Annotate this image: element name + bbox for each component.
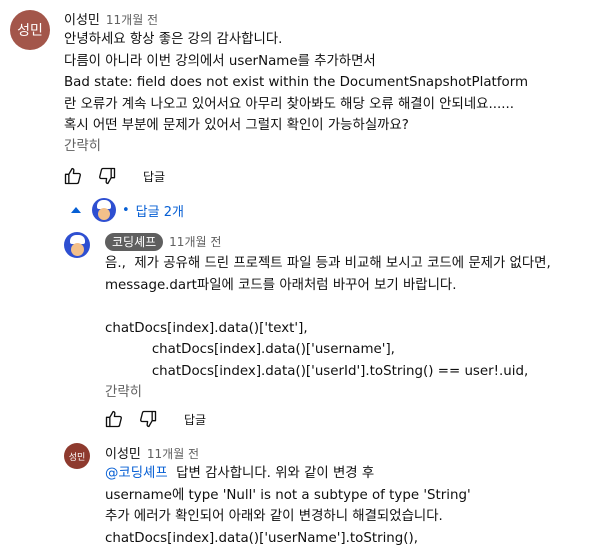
- show-less-button[interactable]: 간략히: [64, 134, 101, 154]
- caret-up-icon: [71, 207, 81, 213]
- reply-line: username에 type 'Null' is not a subtype o…: [105, 487, 471, 503]
- dislike-icon[interactable]: [95, 164, 119, 188]
- reply-header: 이성민 11개월 전: [105, 443, 199, 462]
- like-icon[interactable]: [102, 407, 126, 431]
- reply-line: chatDocs[index].data()['username'],: [105, 342, 395, 357]
- reply-button[interactable]: 답글: [184, 411, 206, 428]
- reply-button[interactable]: 답글: [143, 168, 165, 185]
- reply-body: 음., 제가 공유해 드린 프로젝트 파일 등과 비교해 보시고 코드에 문제가…: [105, 253, 551, 382]
- avatar-initials: 성민: [17, 23, 43, 39]
- reply-line: 음., 제가 공유해 드린 프로젝트 파일 등과 비교해 보시고 코드에 문제가…: [105, 256, 551, 271]
- replies-count-label: 답글 2개: [135, 204, 184, 220]
- replies-bullet: •: [122, 202, 130, 218]
- reply-line: message.dart파일에 코드를 아래처럼 바꾸어 보기 바랍니다.: [105, 277, 457, 293]
- replies-toggle[interactable]: • 답글 2개: [70, 198, 184, 222]
- reply-line: chatDocs[index].data()['userId'].toStrin…: [105, 363, 529, 379]
- comment-line: 다름이 아니라 이번 강의에서 userName를 추가하면서: [64, 53, 376, 69]
- avatar-initials: 성민: [68, 452, 86, 463]
- like-icon[interactable]: [61, 164, 85, 188]
- reply-header: 코딩셰프 11개월 전: [105, 233, 221, 251]
- mention-link[interactable]: @코딩셰프: [105, 466, 168, 481]
- comment-body: 안녕하세요 항상 좋은 강의 감사합니다. 다름이 아니라 이번 강의에서 us…: [64, 29, 528, 137]
- commenter-avatar[interactable]: 성민: [10, 10, 50, 50]
- dislike-icon[interactable]: [136, 407, 160, 431]
- reply-author[interactable]: 이성민: [105, 443, 141, 462]
- reply-line: 추가 에러가 확인되어 아래와 같이 변경하니 해결되었습니다.: [105, 509, 443, 524]
- reply-line: chatDocs[index].data()['text'],: [105, 320, 308, 336]
- comment-header: 이성민 11개월 전: [64, 9, 158, 28]
- comment-line: Bad state: field does not exist within t…: [64, 75, 529, 90]
- reply-author-chip[interactable]: 코딩셰프: [105, 233, 164, 251]
- comment-time[interactable]: 11개월 전: [106, 11, 158, 28]
- reply-author-avatar[interactable]: [64, 232, 90, 258]
- reply-line: [105, 296, 551, 318]
- reply-line: chatDocs[index].data()['userName'].toStr…: [105, 530, 418, 546]
- reply-author-avatar[interactable]: 성민: [64, 443, 90, 469]
- reply-time[interactable]: 11개월 전: [147, 445, 199, 462]
- reply-actions: 답글: [102, 407, 206, 431]
- reply-line-text: 답변 감사합니다. 위와 같이 변경 후: [167, 466, 375, 481]
- show-less-button[interactable]: 간략히: [105, 380, 142, 400]
- reply-time[interactable]: 11개월 전: [169, 233, 221, 250]
- comment-author[interactable]: 이성민: [64, 9, 100, 28]
- comment-line: 안녕하세요 항상 좋은 강의 감사합니다.: [64, 32, 283, 47]
- comment-line: 란 오류가 계속 나오고 있어서요 아무리 찾아봐도 해당 오류 해결이 안되네…: [64, 96, 515, 112]
- comment-line: 혹시 어떤 부분에 문제가 있어서 그럴지 확인이 가능하실까요?: [64, 118, 409, 133]
- comment-actions: 답글: [61, 164, 165, 188]
- reply-body: @코딩셰프 답변 감사합니다. 위와 같이 변경 후 username에 typ…: [105, 463, 471, 549]
- chef-avatar-icon: [92, 198, 116, 222]
- reply-line: @코딩셰프 답변 감사합니다. 위와 같이 변경 후: [105, 463, 471, 485]
